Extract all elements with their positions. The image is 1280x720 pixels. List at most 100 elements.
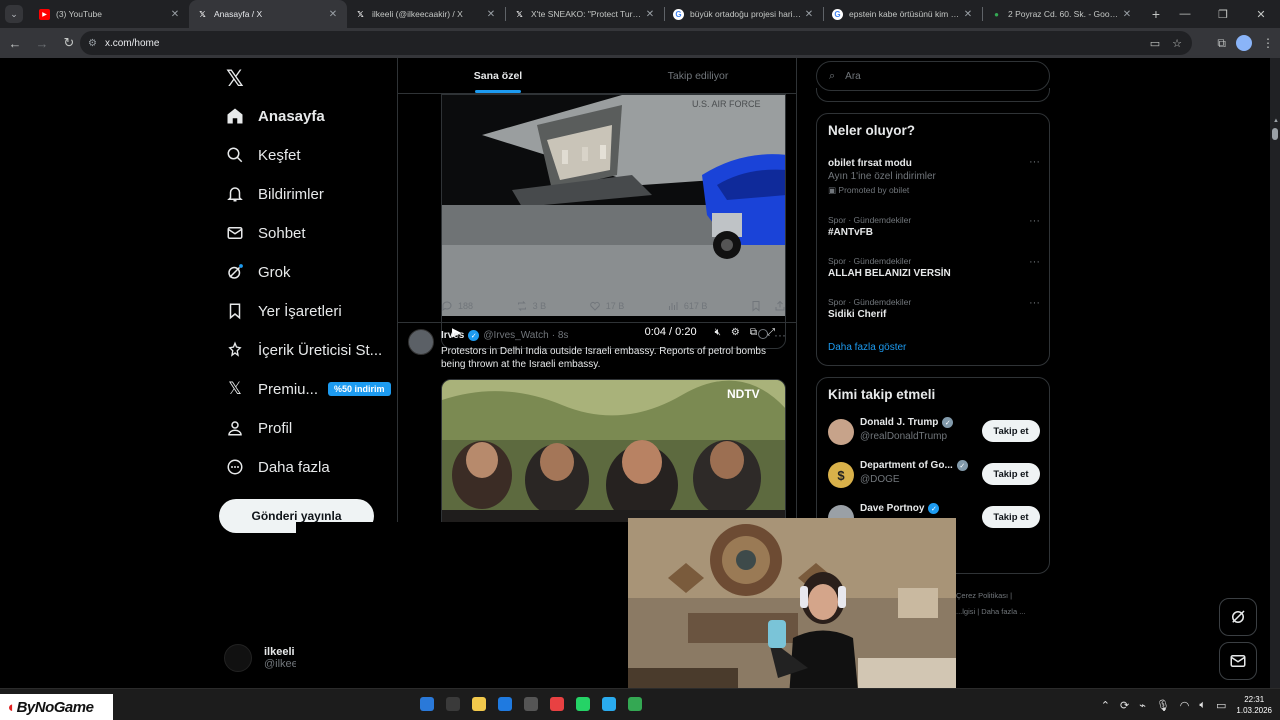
network-icon[interactable]: ⌁ (1139, 699, 1146, 712)
follow-suggestion[interactable]: Donald J. Trump ✓ @realDonaldTrump Takip … (828, 417, 1040, 447)
sidebar-item-notifications[interactable]: Bildirimler (224, 179, 324, 209)
site-info-icon[interactable]: ⚙ (88, 38, 97, 49)
browser-tab-youtube[interactable]: ▶ (3) YouTube ✕ (31, 0, 189, 28)
grok-explain-icon[interactable] (758, 329, 768, 339)
trend-item[interactable]: Spor · Gündemdekiler #ANTvFB ··· (828, 215, 1040, 238)
more-options-icon[interactable]: ··· (774, 328, 786, 342)
sidebar-item-profile[interactable]: Profil (224, 413, 292, 443)
volume-icon[interactable]: 🔈︎ (1199, 699, 1206, 712)
tab-following[interactable]: Takip ediliyor (598, 58, 796, 93)
share-button[interactable] (774, 300, 786, 312)
follow-button[interactable]: Takip et (982, 506, 1040, 528)
telegram-icon[interactable] (602, 697, 616, 711)
page-scrollbar[interactable]: ▲ (1270, 58, 1280, 688)
profile-avatar[interactable] (1236, 35, 1252, 51)
trend-item[interactable]: Spor · Gündemdekiler ALLAH BELANIZI VERS… (828, 256, 1040, 279)
like-button[interactable]: 17 B (589, 300, 624, 312)
sidebar-item-explore[interactable]: Keşfet (224, 140, 301, 170)
search-icon[interactable] (446, 697, 460, 711)
minimize-icon[interactable]: — (1166, 0, 1204, 28)
mute-icon[interactable]: 🔇︎ (715, 327, 721, 338)
footer-link[interactable]: Çerez Politikası | (956, 588, 1066, 604)
tweet-author-name[interactable]: Irves (441, 330, 464, 341)
trend-item[interactable]: Spor · Gündemdekiler Sidiki Cherif ··· (828, 297, 1040, 320)
sidebar-item-creator-studio[interactable]: İçerik Üreticisi St... (224, 335, 382, 365)
trend-item-promoted[interactable]: obilet fırsat modu Ayın 1'ine özel indir… (828, 156, 1040, 196)
cast-icon[interactable]: ▭ (1150, 37, 1160, 50)
close-icon[interactable]: ✕ (803, 9, 815, 20)
kebab-menu-icon[interactable]: ⋮ (1262, 36, 1274, 50)
wifi-icon[interactable]: ◠ (1180, 699, 1190, 712)
scroll-up-arrow-icon[interactable]: ▲ (1273, 118, 1279, 124)
sidebar-item-premium[interactable]: 𝕏 Premiu... %50 indirim (224, 374, 391, 404)
sidebar-item-grok[interactable]: Grok (224, 257, 291, 287)
bookmark-button[interactable] (750, 300, 762, 312)
back-arrow-icon[interactable]: ← (3, 31, 27, 55)
browser-tab-x-profile[interactable]: 𝕏 ilkeeli (@ilkeecaakir) / X ✕ (347, 0, 505, 28)
avatar[interactable] (828, 419, 854, 445)
show-more-link[interactable]: Daha fazla göster (828, 342, 906, 353)
close-icon[interactable]: ✕ (327, 9, 339, 20)
close-icon[interactable]: ✕ (962, 9, 974, 20)
avatar[interactable] (408, 329, 434, 355)
views-button[interactable]: 617 B (667, 300, 707, 312)
sidebar-item-more[interactable]: Daha fazla (224, 452, 330, 482)
sidebar-item-chat[interactable]: Sohbet (224, 218, 306, 248)
tweet-time[interactable]: · 8s (552, 330, 569, 341)
scroll-thumb[interactable] (1272, 128, 1278, 140)
follow-suggestion[interactable]: $ Department of Go... ✓ @DOGE Takip et (828, 460, 1040, 490)
browser-tab-google-2[interactable]: G epstein kabe örtüsünü kim satt ✕ (824, 0, 982, 28)
more-options-icon[interactable]: ··· (1029, 256, 1040, 268)
account-switcher[interactable]: ilkeeli @ilkeec (224, 644, 303, 672)
sync-icon[interactable]: ⟳ (1120, 699, 1129, 712)
close-icon[interactable]: ✕ (169, 9, 181, 20)
clock[interactable]: 22:31 1.03.2026 (1236, 694, 1272, 716)
app-icon[interactable] (524, 697, 538, 711)
search-input[interactable]: ⌕ Ara (816, 61, 1050, 91)
tab-for-you[interactable]: Sana özel (398, 58, 598, 93)
close-icon[interactable]: ✕ (1121, 9, 1133, 20)
more-options-icon[interactable]: ··· (1029, 215, 1040, 227)
close-icon[interactable]: ✕ (644, 9, 656, 20)
file-explorer-icon[interactable] (472, 697, 486, 711)
browser-tab-google-1[interactable]: G büyük ortadoğu projesi haritası ✕ (665, 0, 823, 28)
extensions-icon[interactable]: ⧉ (1217, 36, 1226, 51)
battery-icon[interactable]: ▭ (1216, 699, 1226, 712)
windows-start-icon[interactable] (420, 697, 434, 711)
more-options-icon[interactable]: ··· (1029, 156, 1040, 168)
sidebar-item-bookmarks[interactable]: Yer İşaretleri (224, 296, 342, 326)
messages-fab-button[interactable] (1219, 642, 1257, 680)
reload-icon[interactable]: ↻ (57, 31, 81, 55)
follow-button[interactable]: Takip et (982, 463, 1040, 485)
chevron-up-icon[interactable]: ⌃ (1101, 699, 1110, 712)
picture-in-picture-icon[interactable]: ⧉ (750, 327, 757, 338)
edge-icon[interactable] (498, 697, 512, 711)
close-icon[interactable]: ✕ (485, 9, 497, 20)
restore-icon[interactable]: ❐ (1204, 0, 1242, 28)
address-bar[interactable]: ⚙ x.com/home ▭ ☆ (80, 31, 1192, 55)
follow-button[interactable]: Takip et (982, 420, 1040, 442)
repost-button[interactable]: 3 B (516, 300, 546, 312)
sidebar-item-home[interactable]: Anasayfa (224, 101, 325, 131)
reply-button[interactable]: 188 (441, 300, 473, 312)
chrome-icon[interactable] (628, 697, 642, 711)
x-logo-icon[interactable]: 𝕏 (226, 66, 244, 92)
tweet-video-player[interactable]: NDTV (441, 379, 786, 539)
avatar[interactable]: $ (828, 462, 854, 488)
close-window-icon[interactable]: ✕ (1242, 0, 1280, 28)
browser-tab-google-maps[interactable]: ● 2 Poyraz Cd. 60. Sk. - Google H ✕ (983, 0, 1141, 28)
footer-link[interactable]: ...lgisi | Daha fazla ... (956, 604, 1066, 620)
bookmark-star-icon[interactable]: ☆ (1172, 37, 1182, 50)
whatsapp-icon[interactable] (576, 697, 590, 711)
new-tab-button[interactable]: + (1145, 6, 1167, 22)
settings-gear-icon[interactable]: ⚙ (731, 327, 740, 338)
microphone-icon[interactable]: 🎙︎ (1156, 699, 1170, 712)
tweet-author-handle[interactable]: @Irves_Watch (483, 330, 548, 341)
more-options-icon[interactable]: ··· (1029, 297, 1040, 309)
browser-tab-x-sneako[interactable]: 𝕏 X'te SNEAKO: "Protect Turkey a ✕ (506, 0, 664, 28)
grok-fab-button[interactable] (1219, 598, 1257, 636)
forward-arrow-icon[interactable]: → (30, 31, 54, 55)
tab-search-button[interactable]: ⌄ (5, 5, 23, 23)
browser-tab-x-home[interactable]: 𝕏 Anasayfa / X ✕ (189, 0, 347, 28)
app-icon[interactable] (550, 697, 564, 711)
